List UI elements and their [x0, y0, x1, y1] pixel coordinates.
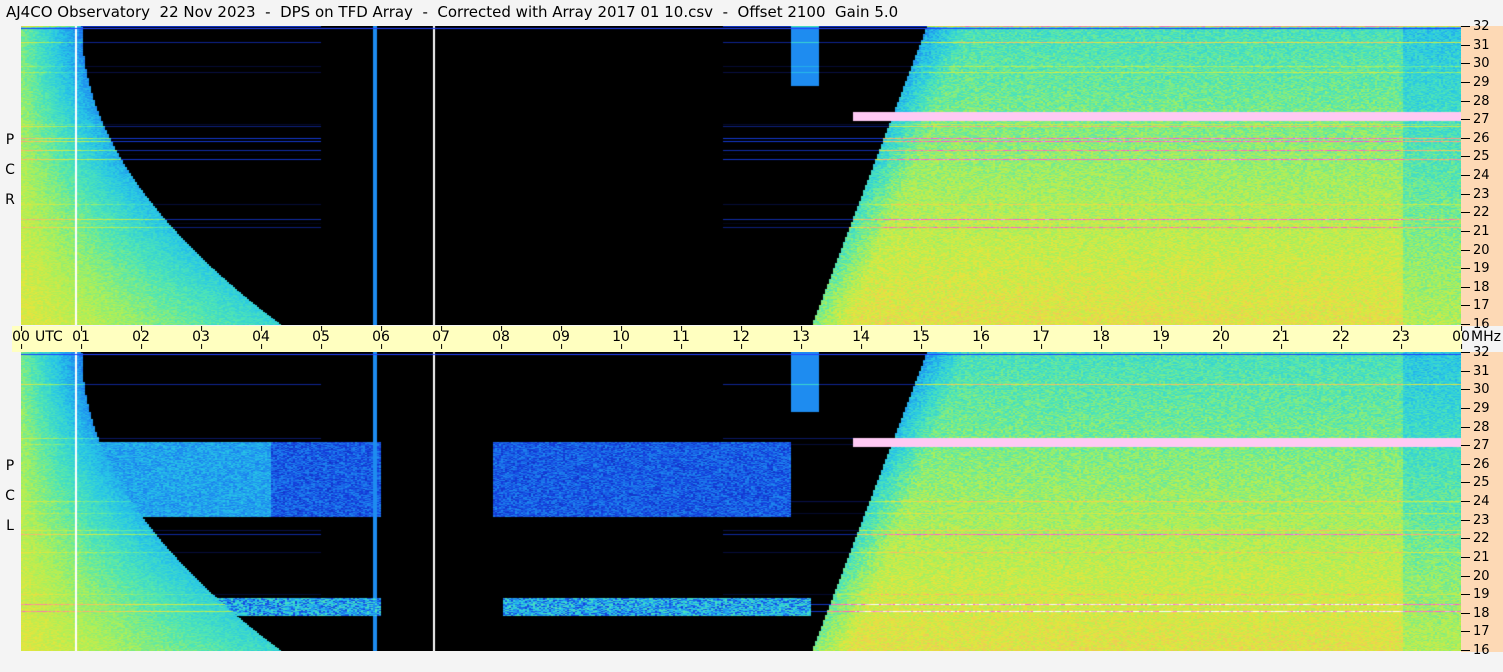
y-tick-label: 17 — [1461, 625, 1490, 638]
y-tick-label: 28 — [1461, 421, 1490, 434]
x-tick-label: 01 — [72, 326, 90, 349]
frequency-axis-lcp: 32 31 30 29 28 27 26 25 24 23 22 21 20 19 18 17 16 — [1461, 346, 1503, 657]
x-tick-label: 16 — [972, 326, 990, 349]
x-tick-label: 03 — [192, 326, 210, 349]
y-tick-label: 27 — [1461, 113, 1490, 126]
y-tick-label: 28 — [1461, 95, 1490, 108]
y-tick-label: 23 — [1461, 514, 1490, 527]
x-tick-label: 02 — [132, 326, 150, 349]
y-tick-label: 20 — [1461, 570, 1490, 583]
y-tick-label: 16 — [1461, 644, 1490, 657]
x-tick-label: 15 — [912, 326, 930, 349]
y-tick-label: 18 — [1461, 281, 1490, 294]
x-tick-label: 00 — [12, 326, 30, 349]
x-tick-label: 20 — [1212, 326, 1230, 349]
y-tick-label: 19 — [1461, 262, 1490, 275]
x-tick-label: 14 — [852, 326, 870, 349]
x-tick-label: 18 — [1092, 326, 1110, 349]
y-tick-label: 17 — [1461, 299, 1490, 312]
y-tick-label: 25 — [1461, 476, 1490, 489]
x-tick-label: 17 — [1032, 326, 1050, 349]
x-axis-label: UTC — [35, 329, 63, 345]
chart-title: AJ4CO Observatory 22 Nov 2023 - DPS on T… — [6, 3, 899, 21]
y-tick-label: 30 — [1461, 57, 1490, 70]
x-tick-label: 21 — [1272, 326, 1290, 349]
x-tick-label: 11 — [672, 326, 690, 349]
y-tick-label: 19 — [1461, 588, 1490, 601]
y-tick-label: 22 — [1461, 206, 1490, 219]
y-tick-label: 21 — [1461, 225, 1490, 238]
y-tick-label: 25 — [1461, 150, 1490, 163]
x-tick-label: 06 — [372, 326, 390, 349]
y-tick-label: 26 — [1461, 458, 1490, 471]
y-tick-label: 20 — [1461, 244, 1490, 257]
y-tick-label: 29 — [1461, 402, 1490, 415]
x-tick-label: 08 — [492, 326, 510, 349]
x-tick-label: 22 — [1332, 326, 1350, 349]
x-tick-label: 12 — [732, 326, 750, 349]
y-tick-label: 29 — [1461, 76, 1490, 89]
y-tick-label: 31 — [1461, 39, 1490, 52]
y-tick-label: 23 — [1461, 188, 1490, 201]
y-axis-unit: MHz — [1471, 329, 1501, 345]
x-tick-label: 13 — [792, 326, 810, 349]
x-tick-label: 09 — [552, 326, 570, 349]
time-axis: 01 02 03 04 05 06 07 08 09 10 11 12 13 14 15 16 17 18 19 20… — [12, 326, 1470, 352]
x-tick-label: 19 — [1152, 326, 1170, 349]
x-tick-label: 23 — [1392, 326, 1410, 349]
y-tick-label: 24 — [1461, 169, 1490, 182]
lcp-spectrogram — [21, 352, 1461, 651]
rcp-spectrogram — [21, 26, 1461, 325]
y-tick-label: 24 — [1461, 495, 1490, 508]
y-tick-label: 22 — [1461, 532, 1490, 545]
y-tick-label: 27 — [1461, 439, 1490, 452]
y-tick-label: 32 — [1461, 346, 1490, 359]
x-tick-label: 10 — [612, 326, 630, 349]
x-tick-label: 04 — [252, 326, 270, 349]
y-tick-label: 18 — [1461, 607, 1490, 620]
y-tick-label: 32 — [1461, 20, 1490, 33]
y-tick-label: 21 — [1461, 551, 1490, 564]
x-tick-label: 00 — [1452, 326, 1470, 349]
y-tick-label: 31 — [1461, 365, 1490, 378]
rcp-label: PCR — [5, 132, 15, 208]
y-tick-label: 30 — [1461, 383, 1490, 396]
x-tick-label: 07 — [432, 326, 450, 349]
lcp-label: PCL — [5, 458, 15, 534]
frequency-axis-rcp: 32 31 30 29 28 27 26 25 24 23 22 21 20 19 18 17 16 — [1461, 20, 1503, 331]
x-tick-label: 05 — [312, 326, 330, 349]
y-tick-label: 26 — [1461, 132, 1490, 145]
